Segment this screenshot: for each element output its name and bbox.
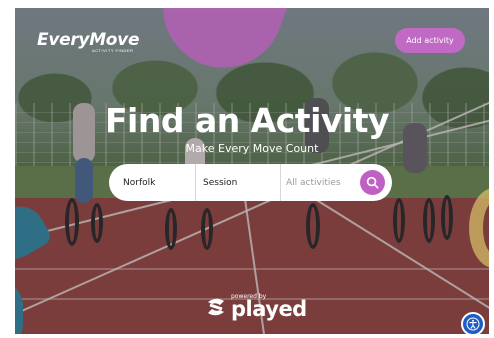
logo-tagline: ACTIVITY FINDER bbox=[92, 48, 134, 53]
activity-search-bar: Norfolk Session All activities bbox=[109, 164, 392, 201]
search-icon bbox=[366, 176, 379, 189]
accessibility-icon bbox=[466, 317, 480, 331]
activities-dropdown[interactable]: All activities bbox=[280, 164, 360, 201]
add-activity-button[interactable]: Add activity bbox=[395, 28, 465, 53]
everymove-logo[interactable]: EveryMove bbox=[37, 30, 140, 50]
played-s-logo-icon bbox=[204, 296, 228, 323]
played-brand[interactable]: played bbox=[231, 297, 307, 321]
page-title: Find an Activity bbox=[104, 101, 390, 140]
accessibility-button[interactable] bbox=[461, 312, 485, 336]
location-field[interactable]: Norfolk bbox=[109, 164, 195, 201]
search-button[interactable] bbox=[360, 170, 385, 195]
session-field[interactable]: Session bbox=[195, 164, 280, 201]
page-subtitle: Make Every Move Count bbox=[185, 142, 319, 155]
